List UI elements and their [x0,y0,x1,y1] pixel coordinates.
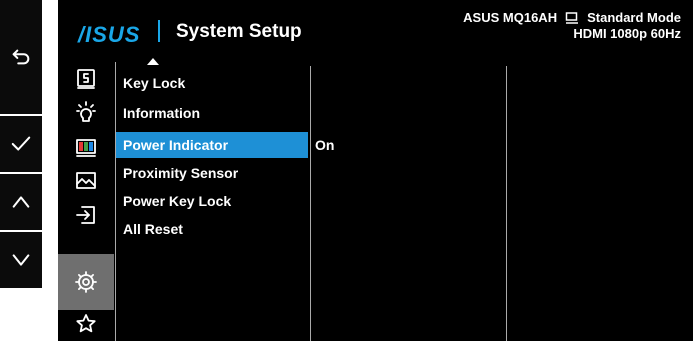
color-icon [76,139,96,157]
category-system-setup[interactable] [58,254,114,310]
category-splendid[interactable] [58,62,114,96]
category-color[interactable] [58,130,114,164]
category-column [58,60,114,341]
category-favorites[interactable] [58,307,114,341]
category-image[interactable] [58,164,114,198]
signal-info: HDMI 1080p 60Hz [573,26,681,41]
menu-item-information[interactable]: Information [116,100,308,126]
osd-panel: /ISUS System Setup ASUS MQ16AH Standard … [58,0,693,341]
asus-logo: /ISUS [78,22,141,47]
star-icon [76,314,96,333]
page-title: System Setup [176,21,302,42]
divider-middle [310,66,311,341]
brightness-icon [76,101,96,122]
chevron-down-icon [12,254,30,266]
preset-mode: Standard Mode [587,10,681,25]
scroll-up-arrow[interactable] [147,58,159,65]
model-name: ASUS MQ16AH [463,10,558,25]
menu-item-power-key-lock[interactable]: Power Key Lock [116,188,308,214]
input-select-icon [76,206,95,224]
down-button[interactable] [0,232,42,288]
return-icon [12,49,30,65]
monitor-info: ASUS MQ16AH Standard Mode HDMI 1080p 60H… [463,10,681,42]
logo-separator [158,20,160,42]
up-button[interactable] [0,174,42,230]
power-indicator-value[interactable]: On [315,132,334,158]
splendid-icon [77,69,95,89]
return-button[interactable] [0,0,42,114]
image-icon [76,172,96,189]
menu-item-power-indicator[interactable]: Power Indicator [116,132,308,158]
monitor-icon [565,11,579,24]
category-brightness[interactable] [58,96,114,130]
divider-right [506,66,507,341]
menu-item-key-lock[interactable]: Key Lock [116,70,308,96]
chevron-up-icon [12,196,30,208]
confirm-button[interactable] [0,116,42,172]
menu-item-all-reset[interactable]: All Reset [116,216,308,242]
menu-item-proximity-sensor[interactable]: Proximity Sensor [116,160,308,186]
category-input-select[interactable] [58,198,114,232]
gear-icon [75,271,97,293]
check-icon [11,136,31,151]
osd-header: /ISUS System Setup ASUS MQ16AH Standard … [58,0,693,60]
